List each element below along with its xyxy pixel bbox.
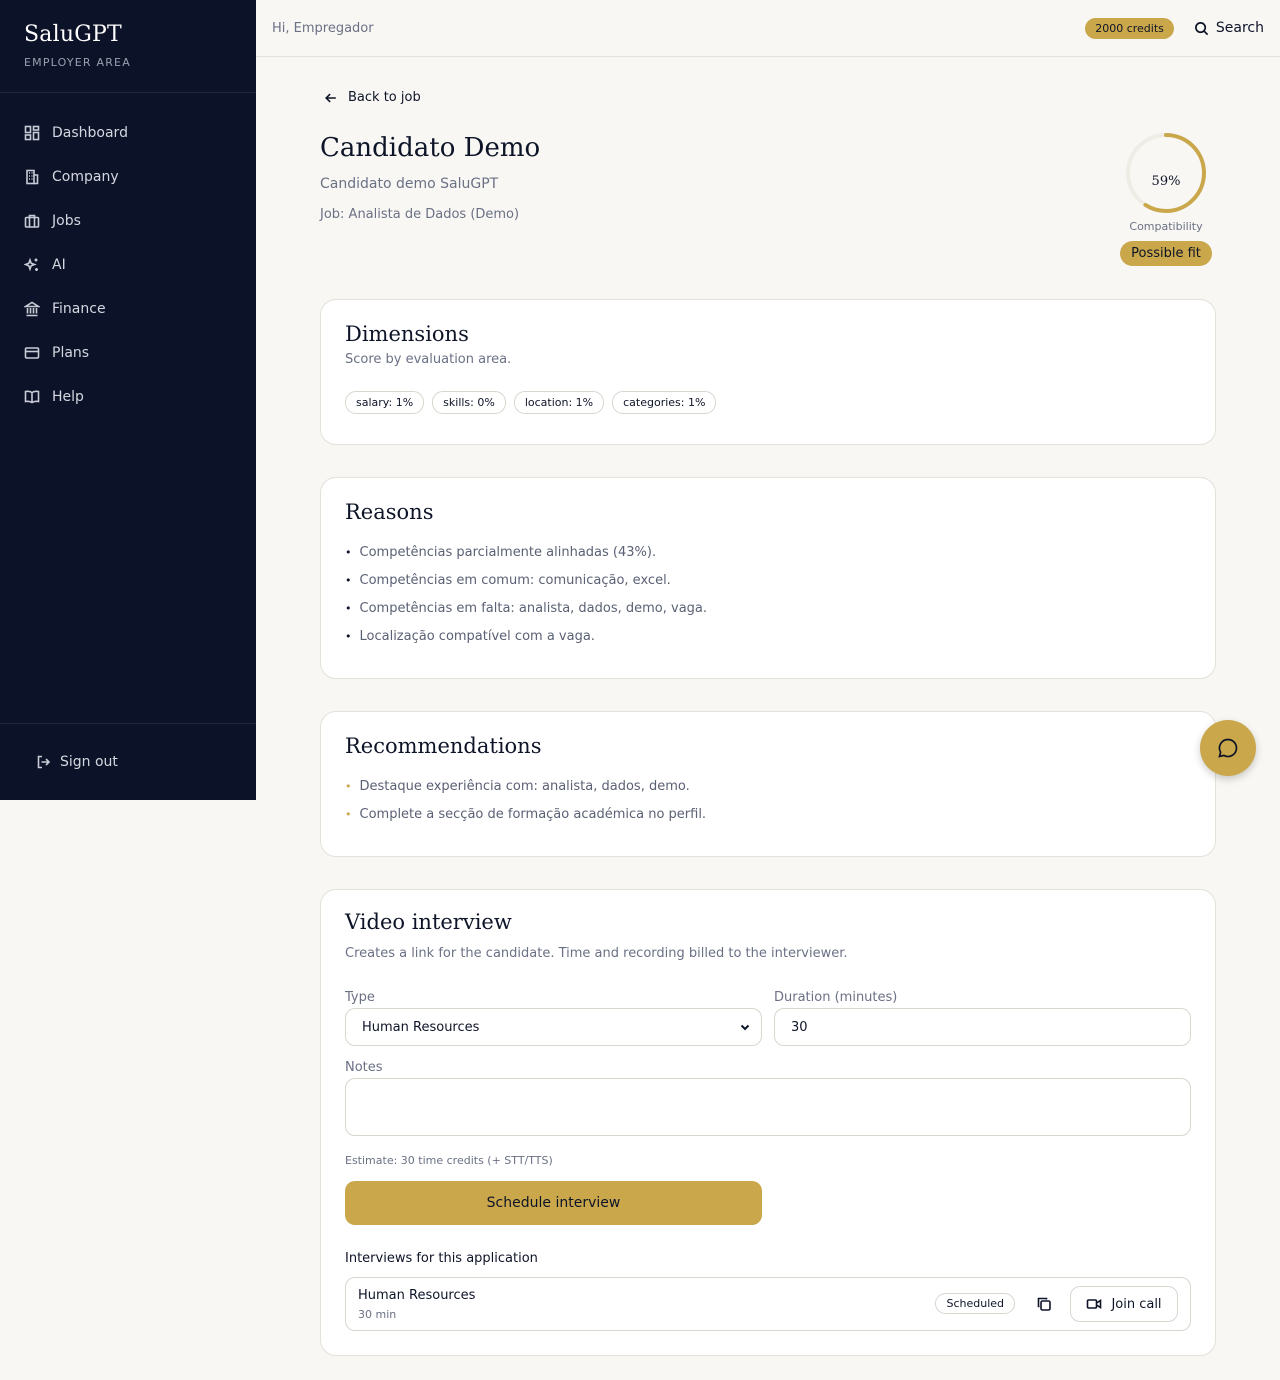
sidebar-item-label: Help <box>52 389 84 405</box>
video-desc: Creates a link for the candidate. Time a… <box>345 946 848 961</box>
dimensions-title: Dimensions <box>345 322 469 346</box>
video-interview-card: Video interview Creates a link for the c… <box>320 889 1216 1356</box>
sidebar-item-company[interactable]: Company <box>0 155 256 199</box>
score-ring-graphic <box>1126 133 1206 213</box>
chat-button[interactable] <box>1200 720 1256 776</box>
video-camera-icon <box>1087 1299 1102 1309</box>
sidebar-item-label: Jobs <box>52 213 81 229</box>
credits-badge: 2000 credits <box>1085 17 1174 39</box>
schedule-interview-button[interactable]: Schedule interview <box>345 1181 762 1225</box>
sidebar-item-jobs[interactable]: Jobs <box>0 199 256 243</box>
search-button[interactable]: Search <box>1194 20 1264 36</box>
book-icon <box>24 390 40 404</box>
duration-value: 30 <box>791 1019 808 1035</box>
recommendations-card: Recommendations Destaque experiência com… <box>320 711 1216 857</box>
dashboard-icon <box>24 125 40 141</box>
dimension-chip: location: 1% <box>513 391 605 414</box>
list-item: Competências parcialmente alinhadas (43%… <box>345 538 1191 566</box>
score-ring: 59% <box>1124 131 1208 215</box>
sidebar-item-finance[interactable]: Finance <box>0 287 256 331</box>
type-select[interactable]: Human Resources <box>345 1008 762 1046</box>
topbar: Hi, Empregador 2000 credits Search <box>256 0 1280 57</box>
join-call-button[interactable]: Join call <box>1070 1286 1178 1322</box>
type-label: Type <box>345 990 375 1005</box>
list-item: Competências em falta: analista, dados, … <box>345 594 1191 622</box>
dimension-chip: salary: 1% <box>345 391 425 414</box>
bank-icon <box>24 301 40 317</box>
dimension-chip: categories: 1% <box>612 391 717 414</box>
chevron-down-icon <box>740 1024 750 1031</box>
score-label: Compatibility <box>1129 220 1203 233</box>
notes-textarea[interactable] <box>345 1078 1191 1136</box>
score-value: 59% <box>1151 174 1181 189</box>
dimensions-card: Dimensions Score by evaluation area. sal… <box>320 299 1216 445</box>
duration-label: Duration (minutes) <box>774 990 898 1005</box>
dimensions-desc: Score by evaluation area. <box>345 352 512 367</box>
sidebar-item-ai[interactable]: AI <box>0 243 256 287</box>
status-badge: Scheduled <box>935 1293 1015 1314</box>
notes-label: Notes <box>345 1060 383 1075</box>
greeting: Hi, Empregador <box>272 20 374 36</box>
list-item: Competências em comum: comunicação, exce… <box>345 566 1191 594</box>
type-select-value: Human Resources <box>362 1019 480 1035</box>
copy-link-icon[interactable] <box>1036 1296 1052 1312</box>
chat-bubble-icon <box>1218 738 1238 758</box>
interview-row: Human Resources 30 min Scheduled Join ca… <box>345 1277 1191 1331</box>
arrow-left-icon <box>325 93 336 102</box>
duration-input[interactable]: 30 <box>774 1008 1191 1046</box>
reasons-list: Competências parcialmente alinhadas (43%… <box>345 538 1191 650</box>
dimension-chips: salary: 1% skills: 0% location: 1% categ… <box>345 391 1191 414</box>
sidebar: SaluGPT EMPLOYER AREA Dashboard Company … <box>0 0 256 800</box>
logout-icon <box>37 755 51 769</box>
sidebar-item-plans[interactable]: Plans <box>0 331 256 375</box>
sidebar-item-label: Company <box>52 169 119 185</box>
sidebar-item-dashboard[interactable]: Dashboard <box>0 111 256 155</box>
building-icon <box>26 169 39 185</box>
list-item: Complete a secção de formação académica … <box>345 800 1191 828</box>
brand-area: EMPLOYER AREA <box>24 56 131 69</box>
interview-title: Human Resources <box>358 1288 476 1303</box>
sidebar-item-label: Dashboard <box>52 125 128 141</box>
sidebar-footer: Sign out <box>0 723 256 800</box>
candidate-name: Candidato Demo <box>320 133 541 163</box>
list-item: Localização compatível com a vaga. <box>345 622 1191 650</box>
sign-out-label: Sign out <box>60 754 118 770</box>
brand: SaluGPT EMPLOYER AREA <box>0 0 256 93</box>
video-title: Video interview <box>345 910 512 934</box>
recommendations-list: Destaque experiência com: analista, dado… <box>345 772 1191 828</box>
credit-card-icon <box>24 347 40 359</box>
brand-name[interactable]: SaluGPT <box>24 22 232 47</box>
sign-out-button[interactable]: Sign out <box>0 724 256 800</box>
recommendations-title: Recommendations <box>345 734 542 758</box>
sidebar-item-label: Finance <box>52 301 106 317</box>
briefcase-icon <box>24 214 40 228</box>
join-call-label: Join call <box>1111 1296 1162 1312</box>
interview-duration: 30 min <box>358 1308 397 1321</box>
back-label: Back to job <box>348 90 421 105</box>
compatibility-score: 59% Compatibility Possible fit <box>1116 131 1216 266</box>
candidate-subtitle: Candidato demo SaluGPT <box>320 176 499 192</box>
estimate-text: Estimate: 30 time credits (+ STT/TTS) <box>345 1154 553 1167</box>
topbar-actions: 2000 credits Search <box>1085 17 1264 39</box>
back-to-job-link[interactable]: Back to job <box>324 90 421 105</box>
sidebar-item-label: Plans <box>52 345 90 361</box>
reasons-card: Reasons Competências parcialmente alinha… <box>320 477 1216 679</box>
candidate-job: Job: Analista de Dados (Demo) <box>320 207 520 222</box>
sidebar-nav: Dashboard Company Jobs AI Finance Plans … <box>0 93 256 419</box>
search-icon <box>1194 21 1209 35</box>
reasons-title: Reasons <box>345 500 434 524</box>
fit-badge: Possible fit <box>1120 241 1212 266</box>
sidebar-item-help[interactable]: Help <box>0 375 256 419</box>
sidebar-item-label: AI <box>52 257 66 273</box>
sparkles-icon <box>24 257 38 272</box>
search-label: Search <box>1215 20 1264 36</box>
dimension-chip: skills: 0% <box>432 391 506 414</box>
list-item: Destaque experiência com: analista, dado… <box>345 772 1191 800</box>
interviews-list-title: Interviews for this application <box>345 1251 538 1266</box>
